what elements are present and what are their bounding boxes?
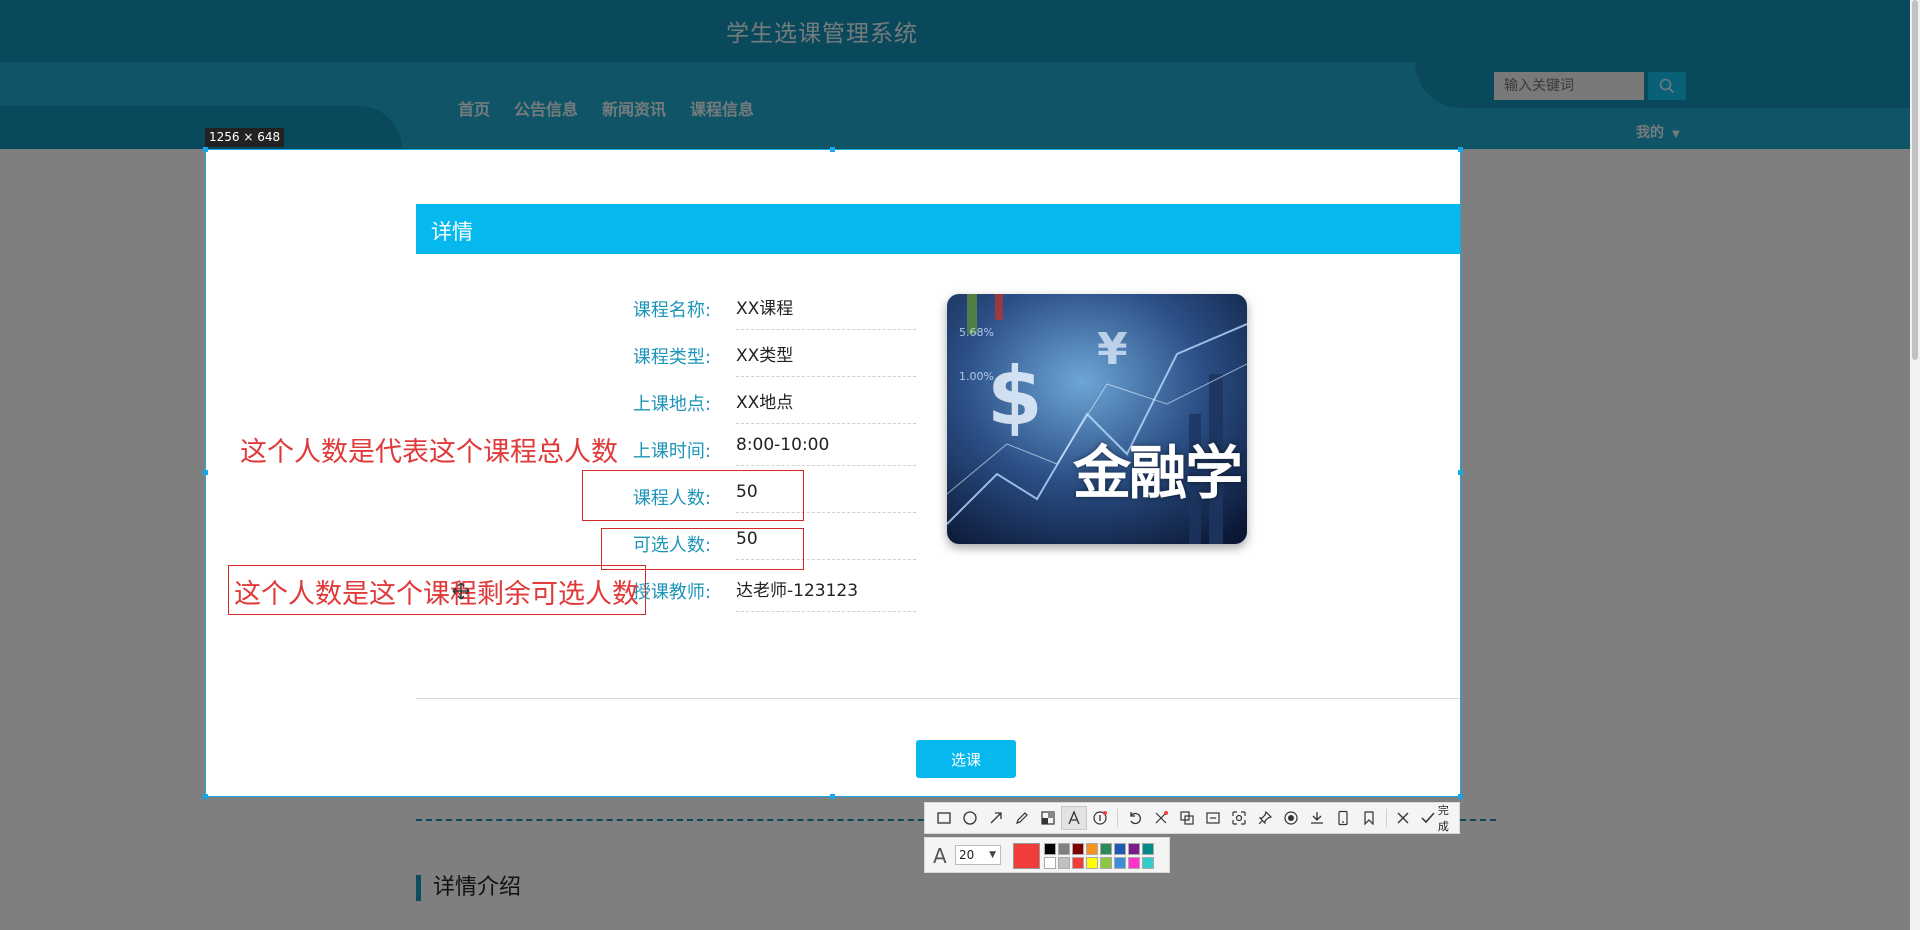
color-palette — [1044, 843, 1154, 869]
field-label-course-type: 课程类型: — [632, 347, 711, 368]
color-swatch[interactable] — [1100, 843, 1112, 855]
color-swatch[interactable] — [1072, 857, 1084, 869]
text-style-bar: A 20 ▼ — [924, 837, 1170, 873]
field-value-course-name: XX课程 — [736, 294, 916, 330]
text-icon — [1068, 810, 1080, 825]
pin-tool[interactable] — [1148, 806, 1174, 830]
color-swatch[interactable] — [1044, 843, 1056, 855]
long-screenshot-tool[interactable] — [1200, 806, 1226, 830]
ellipse-icon — [963, 811, 977, 825]
ocr-icon — [1180, 811, 1194, 825]
svg-text:¥: ¥ — [1097, 324, 1128, 375]
resize-handle-bottom-left[interactable] — [203, 794, 208, 799]
toolbar-separator — [1385, 809, 1387, 827]
rectangle-tool[interactable] — [931, 806, 957, 830]
translate-tool[interactable] — [1226, 806, 1252, 830]
capture-size-badge: 1256 × 648 — [205, 128, 285, 147]
color-swatch[interactable] — [1058, 843, 1070, 855]
mosaic-tool[interactable] — [1035, 806, 1061, 830]
color-swatch[interactable] — [1100, 857, 1112, 869]
pushpin-icon — [1258, 810, 1272, 825]
color-swatch[interactable] — [1114, 857, 1126, 869]
checkmark-icon — [1421, 812, 1436, 824]
detail-title: 详情 — [431, 220, 473, 244]
resize-handle-bottom[interactable] — [830, 794, 835, 799]
mosaic-icon — [1041, 811, 1055, 825]
pin-icon — [1155, 811, 1168, 824]
field-value-teacher: 达老师-123123 — [736, 576, 916, 612]
color-swatch[interactable] — [1086, 843, 1098, 855]
cancel-capture-button[interactable] — [1390, 806, 1416, 830]
field-value-course-type: XX类型 — [736, 341, 916, 377]
arrow-icon — [990, 812, 1002, 824]
phone-tool[interactable] — [1330, 806, 1356, 830]
field-label-course-name: 课程名称: — [632, 300, 711, 321]
save-tool[interactable] — [1304, 806, 1330, 830]
ellipse-tool[interactable] — [957, 806, 983, 830]
font-size-select[interactable]: 20 ▼ — [955, 845, 1001, 865]
done-button[interactable]: 完成 — [1420, 802, 1458, 834]
color-swatch[interactable] — [1072, 843, 1084, 855]
annotation-remaining-note: 这个人数是这个课程剩余可选人数 — [234, 579, 639, 610]
color-swatch[interactable] — [1114, 843, 1126, 855]
pen-icon — [1015, 812, 1028, 824]
color-swatch[interactable] — [1142, 843, 1154, 855]
target-icon — [1284, 811, 1298, 825]
color-swatch[interactable] — [1044, 857, 1056, 869]
select-course-button[interactable]: 选课 — [916, 740, 1016, 778]
scrollbar-thumb[interactable] — [1912, 0, 1918, 360]
field-value-location: XX地点 — [736, 388, 916, 424]
bookmark-tool[interactable] — [1356, 806, 1382, 830]
ocr-tool[interactable] — [1174, 806, 1200, 830]
rectangle-icon — [937, 812, 951, 824]
download-icon — [1310, 812, 1323, 824]
color-swatch[interactable] — [1128, 857, 1140, 869]
resize-handle-left[interactable] — [203, 470, 208, 475]
long-screenshot-icon — [1206, 812, 1220, 824]
record-tool[interactable] — [1278, 806, 1304, 830]
resize-handle-top-right[interactable] — [1458, 147, 1463, 152]
undo-icon — [1130, 812, 1141, 825]
number-tool[interactable] — [1087, 806, 1113, 830]
resize-handle-top[interactable] — [830, 147, 835, 152]
resize-handle-right[interactable] — [1458, 470, 1463, 475]
annotation-box-available — [601, 528, 804, 570]
color-swatch[interactable] — [1128, 843, 1140, 855]
svg-text:5.68%: 5.68% — [959, 326, 994, 339]
color-swatch[interactable] — [1086, 857, 1098, 869]
toolbar-separator — [1116, 809, 1118, 827]
pin-to-screen-tool[interactable] — [1252, 806, 1278, 830]
svg-text:$: $ — [987, 350, 1043, 443]
undo-tool[interactable] — [1122, 806, 1148, 830]
course-image: $ ¥ 5.68% 1.00% 金融学 — [947, 294, 1247, 544]
move-cursor-icon — [452, 582, 470, 600]
annotation-total-note: 这个人数是代表这个课程总人数 — [240, 437, 618, 468]
capture-region[interactable]: 详情 课程名称: XX课程 课程类型: XX类型 上课地点: XX地点 上课时间… — [206, 150, 1460, 796]
detail-title-bar — [416, 204, 1460, 254]
resize-handle-bottom-right[interactable] — [1458, 794, 1463, 799]
close-icon — [1397, 812, 1409, 824]
arrow-tool[interactable] — [983, 806, 1009, 830]
pen-tool[interactable] — [1009, 806, 1035, 830]
text-tool[interactable] — [1060, 806, 1087, 830]
number-icon — [1093, 811, 1107, 825]
field-value-time: 8:00-10:00 — [736, 435, 916, 466]
annotation-box-capacity — [582, 470, 804, 521]
bookmark-icon — [1363, 811, 1374, 826]
translate-icon — [1232, 811, 1246, 825]
screenshot-toolbar: 完成 — [924, 802, 1460, 834]
font-icon: A — [933, 844, 947, 868]
color-swatch[interactable] — [1058, 857, 1070, 869]
phone-icon — [1337, 810, 1348, 826]
field-label-location: 上课地点: — [632, 394, 711, 415]
resize-handle-top-left[interactable] — [203, 147, 208, 152]
color-swatch[interactable] — [1142, 857, 1154, 869]
current-color-swatch[interactable] — [1013, 843, 1040, 869]
chevron-down-icon: ▼ — [989, 850, 996, 860]
course-image-caption: 金融学 — [1073, 439, 1243, 507]
section-divider — [416, 698, 1460, 699]
svg-text:1.00%: 1.00% — [959, 370, 994, 383]
